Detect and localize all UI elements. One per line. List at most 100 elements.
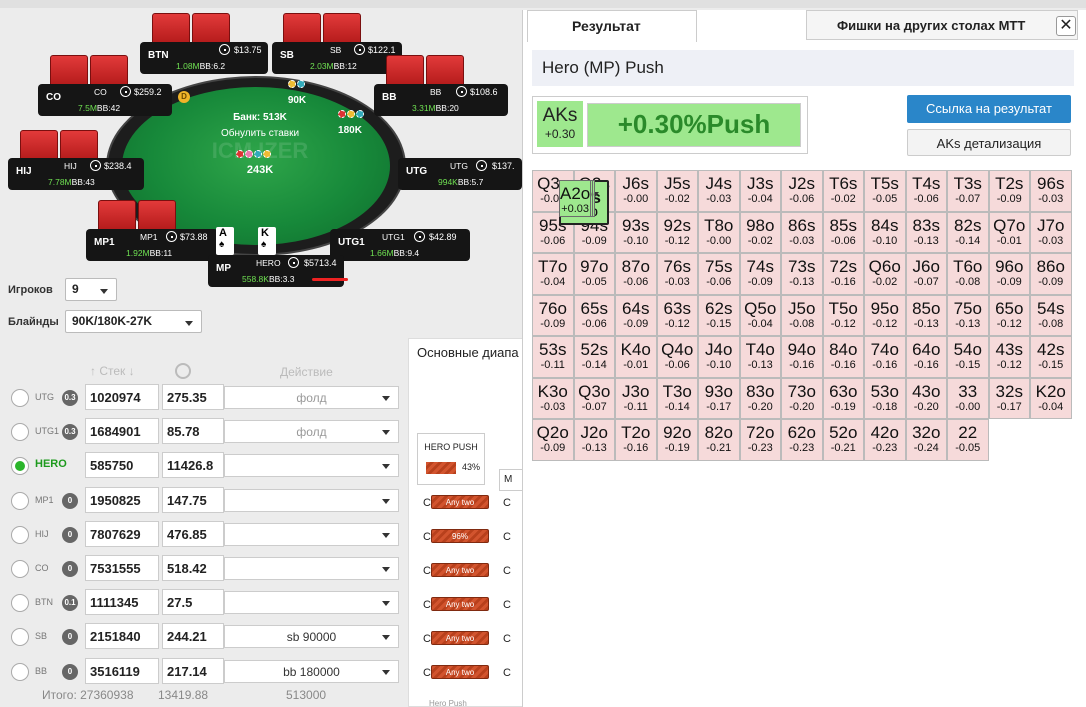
hand-detail-button[interactable]: AKs детализация xyxy=(907,129,1071,156)
hand-cell-T3s[interactable]: T3s -0.07 xyxy=(947,170,989,212)
stack-input[interactable]: 3516119 xyxy=(85,657,159,684)
any-two-range-button[interactable]: Any two xyxy=(431,631,489,645)
hand-cell-Q5o[interactable]: Q5o -0.04 xyxy=(739,294,781,336)
hand-cell-76o[interactable]: 76o -0.09 xyxy=(532,294,574,336)
seat-radio[interactable] xyxy=(11,525,29,544)
stack-input[interactable]: 1950825 xyxy=(85,486,159,513)
seat-radio[interactable] xyxy=(11,491,29,510)
hand-cell-63s[interactable]: 63s -0.12 xyxy=(656,294,698,336)
hand-cell-63o[interactable]: 63o -0.19 xyxy=(822,377,864,419)
hand-cell-K3o[interactable]: K3o -0.03 xyxy=(532,377,574,419)
seat-radio[interactable] xyxy=(11,423,29,442)
stack-input[interactable]: 2151840 xyxy=(85,623,159,650)
hand-cell-T2o[interactable]: T2o -0.16 xyxy=(615,419,657,461)
hand-cell-J7o[interactable]: J7o -0.03 xyxy=(1030,211,1072,253)
seat-radio[interactable] xyxy=(11,662,29,681)
hand-cell-92o[interactable]: 92o -0.19 xyxy=(656,419,698,461)
hand-cell-J5s[interactable]: J5s -0.02 xyxy=(656,170,698,212)
hand-cell-93o[interactable]: 93o -0.17 xyxy=(698,377,740,419)
hand-cell-76s[interactable]: 76s -0.03 xyxy=(656,253,698,295)
result-link-button[interactable]: Ссылка на результат xyxy=(907,95,1071,123)
hand-cell-86s[interactable]: 86s -0.03 xyxy=(781,211,823,253)
action-select[interactable]: sb 90000 xyxy=(224,625,399,649)
hand-cell-65s[interactable]: 65s -0.06 xyxy=(573,294,615,336)
tab-result[interactable]: Результат xyxy=(527,10,697,42)
hand-cell-65o[interactable]: 65o -0.12 xyxy=(988,294,1030,336)
action-select[interactable] xyxy=(224,488,399,512)
hand-cell-J4s[interactable]: J4s -0.03 xyxy=(698,170,740,212)
hand-cell-J5o[interactable]: J5o -0.08 xyxy=(781,294,823,336)
hand-cell-93s[interactable]: 93s -0.10 xyxy=(615,211,657,253)
hand-cell-32s[interactable]: 32s -0.17 xyxy=(988,377,1030,419)
seat-utg[interactable]: UTG UTG $137. 994KBB:5.7 xyxy=(398,158,522,190)
stack-input[interactable]: 7807629 xyxy=(85,520,159,547)
hand-cell-42s[interactable]: 42s -0.15 xyxy=(1030,336,1072,378)
hand-cell-32o[interactable]: 32o -0.24 xyxy=(905,419,947,461)
hand-cell-43s[interactable]: 43s -0.12 xyxy=(988,336,1030,378)
hand-cell-33[interactable]: 33 -0.00 xyxy=(947,377,989,419)
close-icon[interactable]: ✕ xyxy=(1056,16,1076,36)
seat-radio[interactable] xyxy=(11,594,29,613)
seat-utg1[interactable]: UTG1 UTG1 $42.89 1.66MBB:9.4 xyxy=(330,229,470,261)
hand-cell-J2o[interactable]: J2o -0.13 xyxy=(573,419,615,461)
hand-cell-82o[interactable]: 82o -0.21 xyxy=(698,419,740,461)
hand-cell-73o[interactable]: 73o -0.20 xyxy=(781,377,823,419)
hand-cell-Q4o[interactable]: Q4o -0.06 xyxy=(656,336,698,378)
hand-cell-62s[interactable]: 62s -0.15 xyxy=(698,294,740,336)
hand-cell-74o[interactable]: 74o -0.16 xyxy=(864,336,906,378)
hand-cell-Q2o[interactable]: Q2o -0.09 xyxy=(532,419,574,461)
action-select[interactable] xyxy=(224,522,399,546)
hand-cell-J6s[interactable]: J6s -0.00 xyxy=(615,170,657,212)
hand-cell-98o[interactable]: 98o -0.02 xyxy=(739,211,781,253)
hand-cell-K4o[interactable]: K4o -0.01 xyxy=(615,336,657,378)
any-two-range-button[interactable]: Any two xyxy=(431,665,489,679)
hand-cell-T3o[interactable]: T3o -0.14 xyxy=(656,377,698,419)
hand-cell-72o[interactable]: 72o -0.23 xyxy=(739,419,781,461)
stack-input[interactable]: 1020974 xyxy=(85,384,159,410)
seat-mp1[interactable]: MP1 MP1 $73.88 1.92MBB:11 xyxy=(86,229,218,261)
hand-cell-52s[interactable]: 52s -0.14 xyxy=(573,336,615,378)
seat-bb[interactable]: BB BB $108.6 3.31MBB:20 xyxy=(374,84,508,116)
hand-cell-J4o[interactable]: J4o -0.10 xyxy=(698,336,740,378)
hand-cell-62o[interactable]: 62o -0.23 xyxy=(781,419,823,461)
hand-cell-J3o[interactable]: J3o -0.11 xyxy=(615,377,657,419)
hand-cell-T4s[interactable]: T4s -0.06 xyxy=(905,170,947,212)
stack-input[interactable]: 585750 xyxy=(85,452,159,479)
hand-cell-87o[interactable]: 87o -0.06 xyxy=(615,253,657,295)
hand-cell-T6o[interactable]: T6o -0.08 xyxy=(947,253,989,295)
hand-cell-22[interactable]: 22 -0.05 xyxy=(947,419,989,461)
hand-cell-72s[interactable]: 72s -0.16 xyxy=(822,253,864,295)
hand-cell-T7o[interactable]: T7o -0.04 xyxy=(532,253,574,295)
hand-cell-J2s[interactable]: J2s -0.06 xyxy=(781,170,823,212)
action-select[interactable] xyxy=(224,591,399,615)
stack-input[interactable]: 7531555 xyxy=(85,555,159,581)
hand-cell-J3s[interactable]: J3s -0.04 xyxy=(739,170,781,212)
hand-cell-53s[interactable]: 53s -0.11 xyxy=(532,336,574,378)
seat-radio[interactable] xyxy=(11,389,29,407)
hand-cell-J6o[interactable]: J6o -0.07 xyxy=(905,253,947,295)
action-select[interactable]: bb 180000 xyxy=(224,659,399,683)
hand-cell-Q6o[interactable]: Q6o -0.02 xyxy=(864,253,906,295)
hand-cell-94o[interactable]: 94o -0.16 xyxy=(781,336,823,378)
hand-cell-74s[interactable]: 74s -0.09 xyxy=(739,253,781,295)
hand-cell-96s[interactable]: 96s -0.03 xyxy=(1030,170,1072,212)
players-select[interactable]: 9 xyxy=(65,278,117,301)
any-two-range-button[interactable]: 96% xyxy=(431,529,489,543)
tab-chips-other-tables[interactable]: Фишки на других столах MTT xyxy=(806,10,1078,40)
hand-cell-84s[interactable]: 84s -0.10 xyxy=(864,211,906,253)
hand-cell-64s[interactable]: 64s -0.09 xyxy=(615,294,657,336)
any-two-range-button[interactable]: Any two xyxy=(431,563,489,577)
hand-cell-95o[interactable]: 95o -0.12 xyxy=(864,294,906,336)
hand-cell-64o[interactable]: 64o -0.16 xyxy=(905,336,947,378)
seat-radio[interactable] xyxy=(11,560,29,578)
seat-hij[interactable]: HIJ HIJ $238.4 7.78MBB:43 xyxy=(8,158,144,190)
seat-radio[interactable] xyxy=(11,628,29,647)
action-select[interactable] xyxy=(224,557,399,580)
stack-input[interactable]: 1111345 xyxy=(85,589,159,616)
hand-cell-A2o[interactable]: A2o +0.03 xyxy=(559,180,592,217)
hand-cell-T8o[interactable]: T8o -0.00 xyxy=(698,211,740,253)
hand-cell-75s[interactable]: 75s -0.06 xyxy=(698,253,740,295)
hand-cell-83o[interactable]: 83o -0.20 xyxy=(739,377,781,419)
stack-column-header[interactable]: ↑ Стек ↓ xyxy=(90,364,135,378)
hand-cell-86o[interactable]: 86o -0.09 xyxy=(1030,253,1072,295)
